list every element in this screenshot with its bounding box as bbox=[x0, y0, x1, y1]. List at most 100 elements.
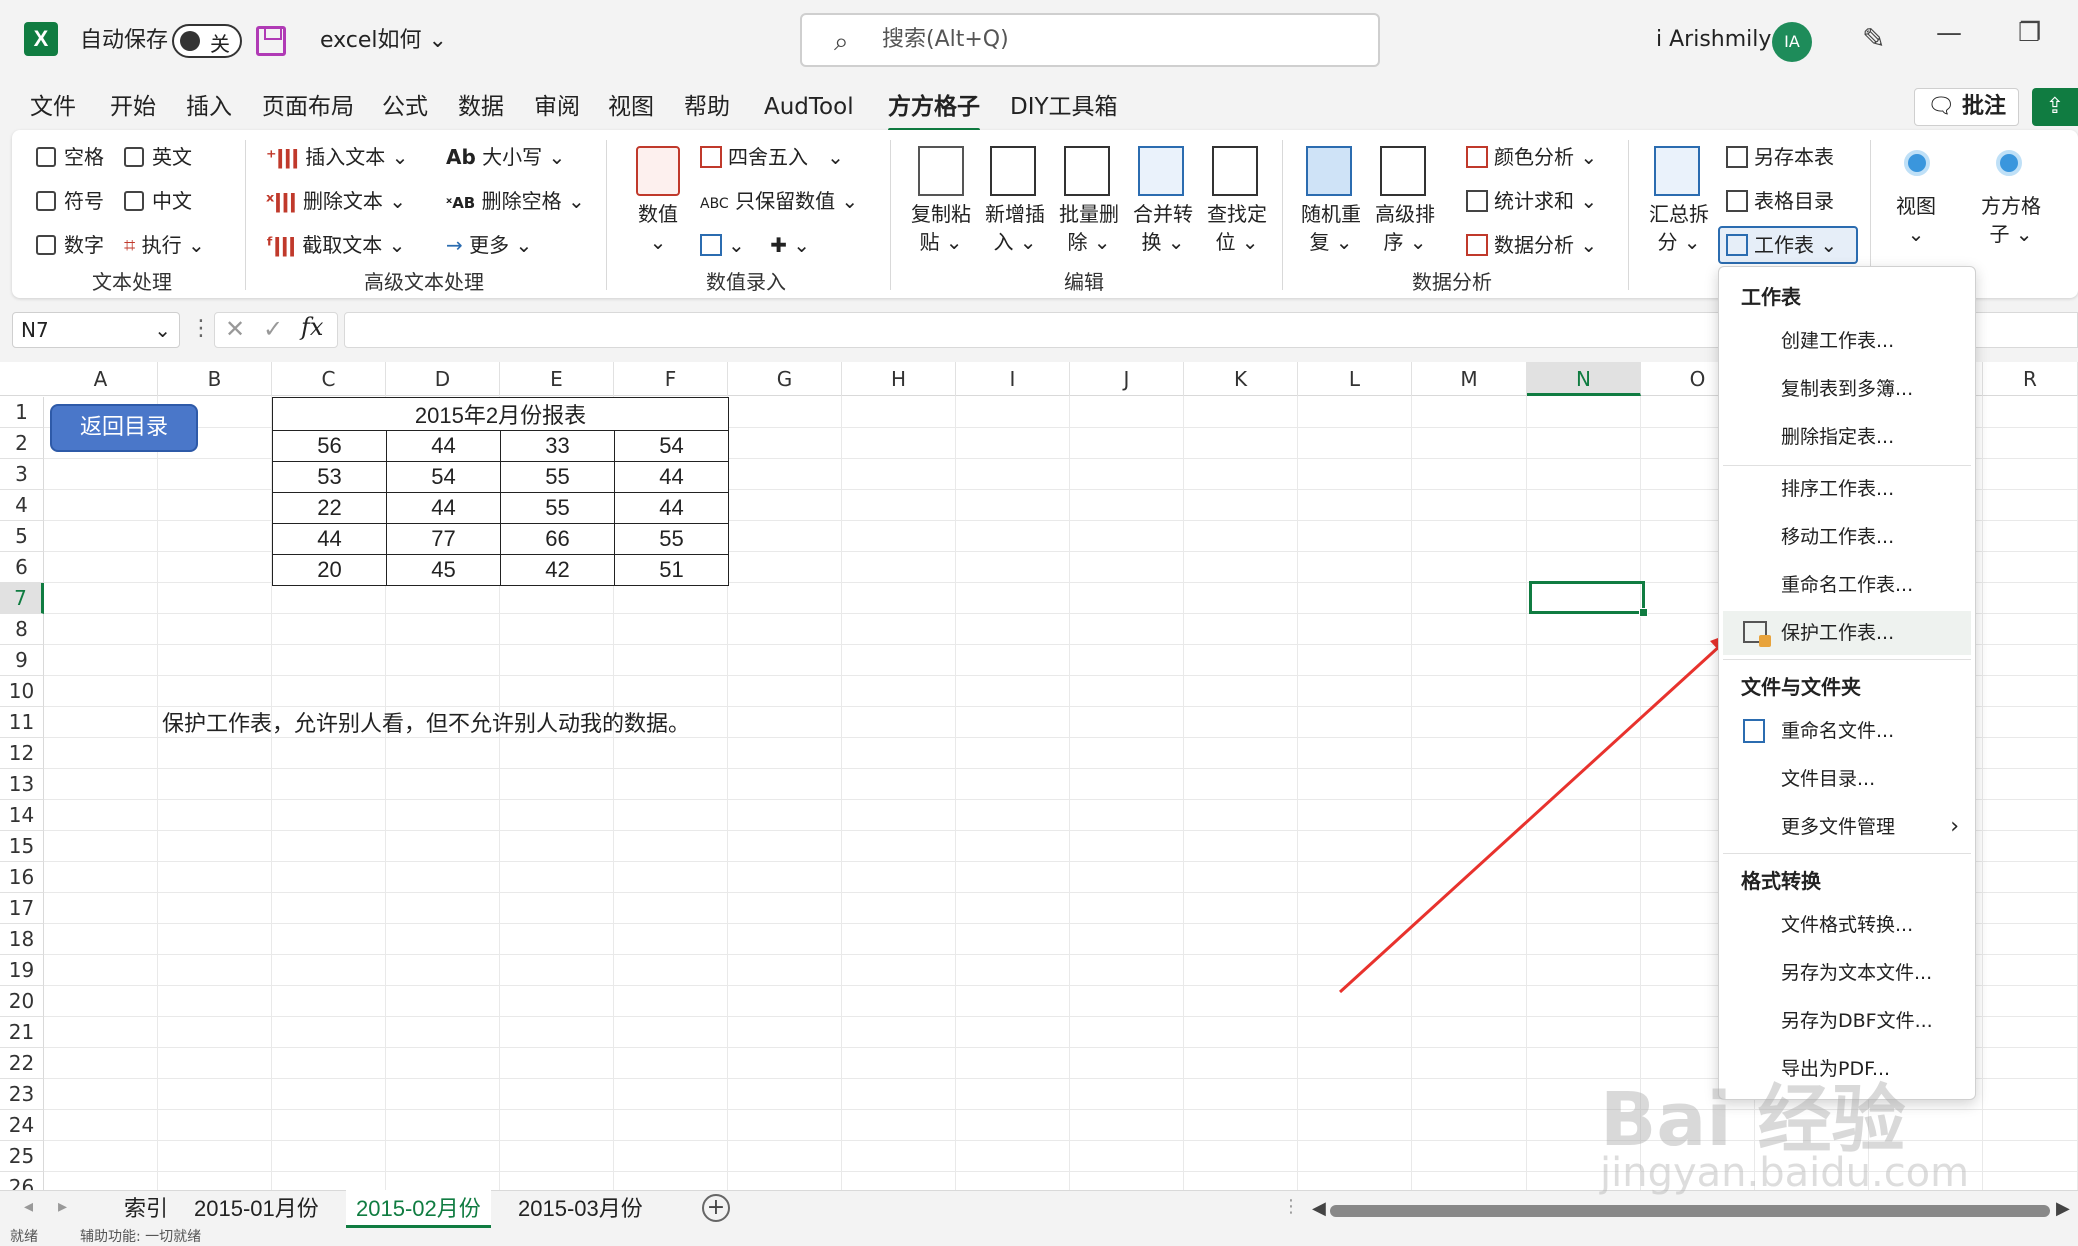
dd-save-dbf[interactable]: 另存为DBF文件... bbox=[1723, 999, 1971, 1043]
chk-number[interactable]: 数字 bbox=[36, 230, 104, 260]
row-header-7[interactable]: 7 bbox=[0, 583, 44, 614]
tab-home[interactable]: 开始 bbox=[110, 90, 156, 124]
table-toc-button[interactable]: 表格目录 bbox=[1726, 186, 1834, 216]
note-text[interactable]: 保护工作表，允许别人看，但不允许别人动我的数据。 bbox=[162, 706, 690, 738]
tab-audtool[interactable]: AudTool bbox=[764, 90, 854, 124]
number-button-label[interactable]: 数值 ⌄ bbox=[630, 200, 686, 256]
tab-view[interactable]: 视图 bbox=[608, 90, 654, 124]
row-header-19[interactable]: 19 bbox=[0, 955, 44, 986]
dd-move-sheet[interactable]: 移动工作表... bbox=[1723, 515, 1971, 559]
fx-icon[interactable]: fx bbox=[301, 313, 323, 341]
dd-rename-sheet[interactable]: 重命名工作表... bbox=[1723, 563, 1971, 607]
hscroll-right-icon[interactable]: ▶ bbox=[2056, 1198, 2070, 1219]
column-header-a[interactable]: A bbox=[44, 362, 158, 396]
sheet-tab-index[interactable]: 索引 bbox=[114, 1190, 178, 1228]
search-box[interactable]: ⌕ 搜索(Alt+Q) bbox=[800, 13, 1380, 67]
batch-delete-icon[interactable] bbox=[1064, 146, 1110, 196]
column-header-n[interactable]: N bbox=[1527, 362, 1641, 396]
column-header-d[interactable]: D bbox=[386, 362, 500, 396]
dd-delete-sheet[interactable]: 删除指定表... bbox=[1723, 415, 1971, 459]
file-name[interactable]: excel如何 ⌄ bbox=[320, 0, 447, 82]
row-header-1[interactable]: 1 bbox=[0, 397, 44, 428]
column-header-c[interactable]: C bbox=[272, 362, 386, 396]
tab-data[interactable]: 数据 bbox=[458, 90, 504, 124]
dd-protect-sheet[interactable]: 保护工作表... bbox=[1723, 611, 1971, 655]
column-header-m[interactable]: M bbox=[1412, 362, 1527, 396]
sheet-tab-2015-01[interactable]: 2015-01月份 bbox=[184, 1190, 329, 1228]
column-header-j[interactable]: J bbox=[1070, 362, 1184, 396]
pen-icon[interactable]: ✎ bbox=[1862, 22, 1885, 55]
column-header-e[interactable]: E bbox=[500, 362, 614, 396]
dd-format-convert[interactable]: 文件格式转换... bbox=[1723, 903, 1971, 947]
row-header-8[interactable]: 8 bbox=[0, 614, 44, 645]
summary-split-button[interactable]: 汇总拆分 ⌄ bbox=[1640, 200, 1718, 256]
more-button[interactable]: → 更多 ⌄ bbox=[446, 230, 532, 260]
row-header-5[interactable]: 5 bbox=[0, 521, 44, 552]
user-name[interactable]: i Arishmily bbox=[1656, 0, 1771, 80]
copy-paste-icon[interactable] bbox=[918, 146, 964, 196]
add-sheet-icon[interactable]: + bbox=[702, 1194, 730, 1222]
tab-insert[interactable]: 插入 bbox=[186, 90, 232, 124]
chk-space[interactable]: 空格 bbox=[36, 142, 104, 172]
sort-az-icon[interactable] bbox=[1380, 146, 1426, 196]
column-header-g[interactable]: G bbox=[728, 362, 842, 396]
column-header-i[interactable]: I bbox=[956, 362, 1070, 396]
round-button[interactable]: 四舍五入 ⌄ bbox=[700, 142, 844, 172]
confirm-icon[interactable]: ✓ bbox=[263, 315, 283, 343]
column-header-r[interactable]: R bbox=[1983, 362, 2078, 396]
case-button[interactable]: Ab 大小写 ⌄ bbox=[446, 142, 565, 172]
chk-chinese[interactable]: 中文 bbox=[124, 186, 192, 216]
find-locate-icon[interactable] bbox=[1212, 146, 1258, 196]
save-icon[interactable] bbox=[256, 26, 286, 56]
delete-text-button[interactable]: ˣǀǀǀ 删除文本 ⌄ bbox=[266, 186, 406, 216]
dd-file-toc[interactable]: 文件目录... bbox=[1723, 757, 1971, 801]
column-header-h[interactable]: H bbox=[842, 362, 956, 396]
row-header-2[interactable]: 2 bbox=[0, 428, 44, 459]
row-header-3[interactable]: 3 bbox=[0, 459, 44, 490]
color-analysis-button[interactable]: 颜色分析 ⌄ bbox=[1466, 142, 1597, 172]
batch-delete-button[interactable]: 批量删除 ⌄ bbox=[1050, 200, 1128, 256]
row-header-21[interactable]: 21 bbox=[0, 1017, 44, 1048]
ffgz-button[interactable]: 方方格子 ⌄ bbox=[1970, 192, 2052, 248]
row-header-23[interactable]: 23 bbox=[0, 1079, 44, 1110]
tab-diy[interactable]: DIY工具箱 bbox=[1010, 90, 1118, 124]
selected-cell-n7[interactable] bbox=[1529, 581, 1648, 617]
minimize-icon[interactable]: — bbox=[1936, 18, 1962, 48]
hscroll-left-icon[interactable]: ◀ bbox=[1312, 1198, 1326, 1219]
dd-more-file-mgmt[interactable]: 更多文件管理 › bbox=[1723, 805, 1971, 849]
ffgz-icon[interactable] bbox=[1996, 150, 2022, 176]
restore-icon[interactable]: ❐ bbox=[2018, 18, 2041, 48]
tab-formula[interactable]: 公式 bbox=[382, 90, 428, 124]
row-header-16[interactable]: 16 bbox=[0, 862, 44, 893]
cancel-icon[interactable]: ✕ bbox=[225, 315, 245, 343]
row-header-14[interactable]: 14 bbox=[0, 800, 44, 831]
add-insert-button[interactable]: 新增插入 ⌄ bbox=[976, 200, 1054, 256]
dd-save-text[interactable]: 另存为文本文件... bbox=[1723, 951, 1971, 995]
row-header-9[interactable]: 9 bbox=[0, 645, 44, 676]
stat-sum-button[interactable]: 统计求和 ⌄ bbox=[1466, 186, 1597, 216]
split-icon[interactable] bbox=[1654, 146, 1700, 196]
random-button[interactable]: 随机重复 ⌄ bbox=[1292, 200, 1370, 256]
report-title[interactable]: 2015年2月份报表 bbox=[272, 397, 729, 431]
row-header-10[interactable]: 10 bbox=[0, 676, 44, 707]
add-insert-icon[interactable] bbox=[990, 146, 1036, 196]
tab-help[interactable]: 帮助 bbox=[684, 90, 730, 124]
status-accessibility[interactable]: 辅助功能: 一切就绪 bbox=[80, 1226, 201, 1246]
dd-create-sheet[interactable]: 创建工作表... bbox=[1723, 319, 1971, 363]
worksheet-menu-label[interactable]: 工作表 ⌄ bbox=[1726, 230, 1837, 260]
find-locate-button[interactable]: 查找定位 ⌄ bbox=[1198, 200, 1276, 256]
column-header-l[interactable]: L bbox=[1298, 362, 1412, 396]
execute-button[interactable]: ⌗ 执行 ⌄ bbox=[124, 230, 205, 260]
save-sheet-button[interactable]: 另存本表 bbox=[1726, 142, 1834, 172]
row-header-13[interactable]: 13 bbox=[0, 769, 44, 800]
column-header-k[interactable]: K bbox=[1184, 362, 1298, 396]
column-header-f[interactable]: F bbox=[614, 362, 728, 396]
random-icon[interactable] bbox=[1306, 146, 1352, 196]
back-to-index-button[interactable]: 返回目录 bbox=[50, 404, 198, 452]
tab-file[interactable]: 文件 bbox=[30, 90, 76, 124]
tab-scroll-right-icon[interactable]: ▸ bbox=[58, 1196, 67, 1217]
row-header-6[interactable]: 6 bbox=[0, 552, 44, 583]
advanced-sort-button[interactable]: 高级排序 ⌄ bbox=[1366, 200, 1444, 256]
copy-paste-button[interactable]: 复制粘贴 ⌄ bbox=[902, 200, 980, 256]
insert-text-button[interactable]: ⁺ǀǀǀ 插入文本 ⌄ bbox=[266, 142, 408, 172]
